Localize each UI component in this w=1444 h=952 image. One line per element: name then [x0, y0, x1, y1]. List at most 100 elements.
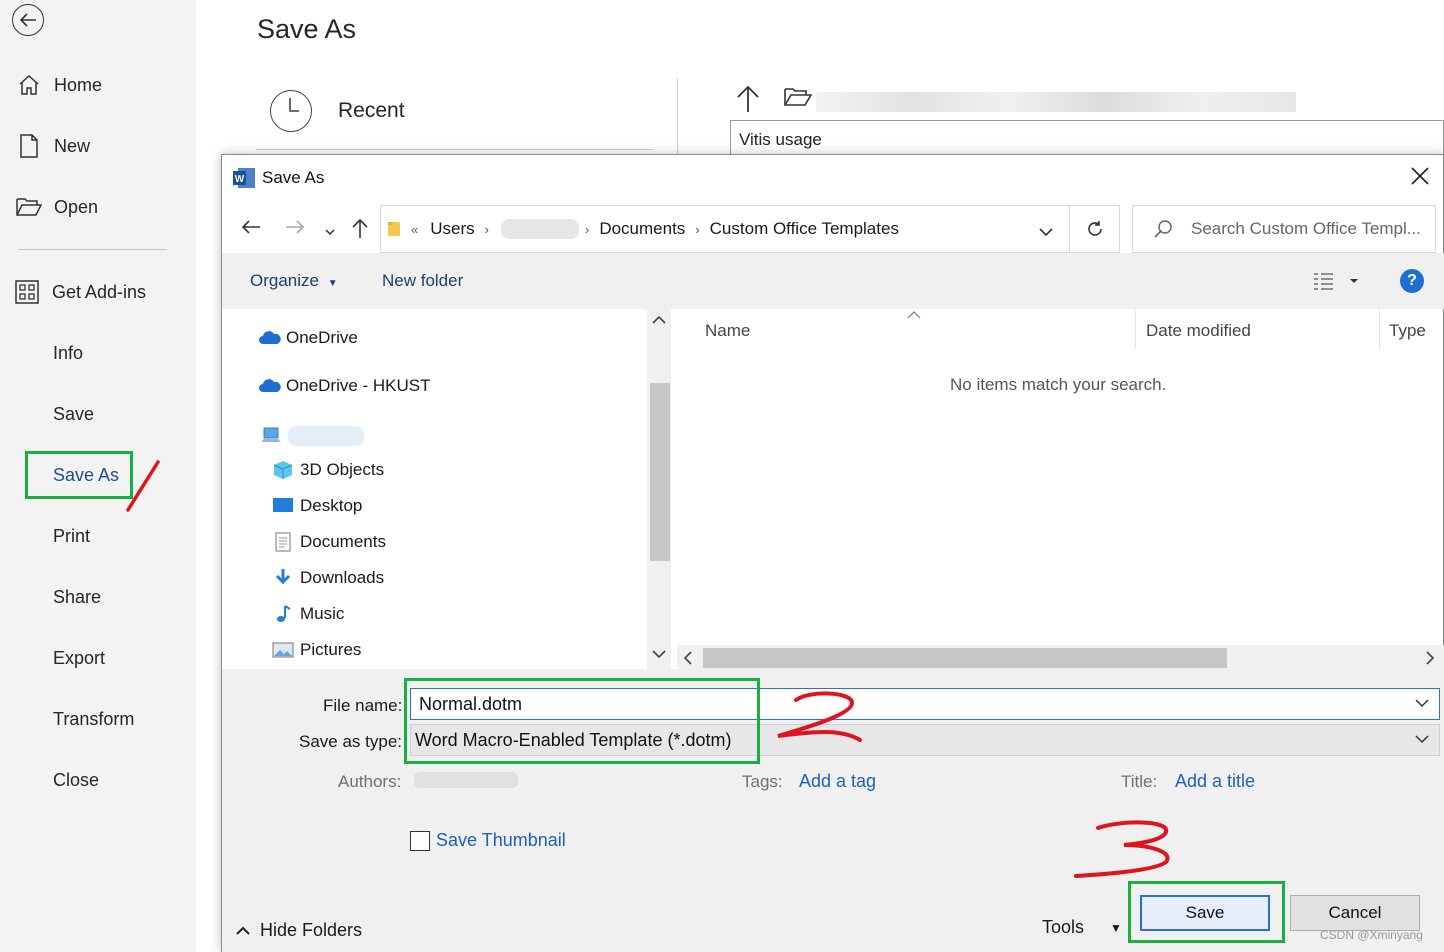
help-icon[interactable]: ?	[1400, 269, 1424, 293]
tools-label: Tools	[1042, 917, 1085, 937]
highlight-save-as	[25, 451, 133, 499]
file-name-label: File name:	[323, 696, 403, 715]
column-separator[interactable]	[1135, 309, 1136, 349]
address-segment-templates[interactable]: Custom Office Templates	[710, 219, 899, 239]
save-thumbnail-checkbox[interactable]	[410, 831, 430, 851]
scroll-up-icon[interactable]	[652, 315, 666, 325]
tree-item-pictures[interactable]: Pictures	[272, 635, 361, 665]
nav-new-label: New	[54, 135, 91, 156]
address-segment-users[interactable]: Users	[430, 219, 474, 239]
nav-open[interactable]: Open	[16, 187, 98, 227]
list-horizontal-scrollbar[interactable]	[677, 645, 1444, 669]
chevron-up-icon	[236, 926, 250, 935]
nav-info[interactable]: Info	[53, 333, 83, 373]
forward-icon[interactable]	[284, 217, 306, 243]
navigation-row: « Users › › Documents › Custom Office Te…	[222, 205, 1444, 253]
recent-location[interactable]: Recent	[270, 90, 405, 132]
empty-message: No items match your search.	[950, 375, 1167, 394]
new-folder-button[interactable]: New folder	[382, 271, 463, 291]
search-icon	[1153, 219, 1173, 239]
nav-new[interactable]: New	[16, 126, 90, 166]
view-options-icon[interactable]	[1312, 270, 1362, 297]
address-dropdown-icon[interactable]	[1039, 223, 1053, 243]
add-title-link[interactable]: Add a title	[1175, 771, 1255, 792]
recent-divider	[256, 149, 654, 150]
nav-close[interactable]: Close	[53, 760, 99, 800]
nav-home-label: Home	[54, 74, 103, 95]
column-date-modified[interactable]: Date modified	[1146, 321, 1251, 341]
up-arrow-icon[interactable]	[735, 84, 761, 119]
address-segment-documents[interactable]: Documents	[599, 219, 685, 239]
tree-scroll-thumb[interactable]	[650, 383, 670, 561]
save-thumbnail-label[interactable]: Save Thumbnail	[436, 830, 566, 851]
chevron-right-icon[interactable]: ›	[695, 222, 699, 237]
tree-item-onedrive-hkust[interactable]: OneDrive - HKUST	[258, 371, 431, 401]
cube-icon	[272, 460, 294, 480]
hide-folders-label: Hide Folders	[260, 920, 363, 940]
chevron-right-icon[interactable]: ›	[485, 222, 489, 237]
address-bar[interactable]: « Users › › Documents › Custom Office Te…	[380, 205, 1070, 253]
dropdown-caret-icon: ▼	[327, 278, 338, 289]
nav-export[interactable]: Export	[53, 638, 105, 678]
nav-divider	[18, 249, 167, 250]
nav-transform-label: Transform	[53, 708, 135, 729]
hide-folders-button[interactable]: Hide Folders	[236, 920, 362, 941]
nav-share[interactable]: Share	[53, 577, 101, 617]
organize-button[interactable]: Organize ▼	[250, 271, 338, 291]
watermark: CSDN @Xminyang	[1320, 928, 1423, 942]
tree-item-3d-objects[interactable]: 3D Objects	[272, 455, 384, 485]
scroll-left-icon[interactable]	[683, 651, 693, 665]
nav-transform[interactable]: Transform	[53, 699, 134, 739]
tree-item-onedrive[interactable]: OneDrive	[258, 323, 358, 353]
scroll-right-icon[interactable]	[1425, 651, 1435, 665]
tree-scrollbar[interactable]	[647, 309, 671, 669]
nav-open-label: Open	[54, 196, 99, 217]
nav-print[interactable]: Print	[53, 516, 90, 556]
cancel-button[interactable]: Cancel	[1290, 895, 1420, 931]
add-tag-link[interactable]: Add a tag	[799, 771, 876, 792]
tree-item-downloads[interactable]: Downloads	[272, 563, 384, 593]
tree-item-music[interactable]: Music	[272, 599, 344, 629]
sort-ascending-icon	[907, 311, 921, 319]
nav-save[interactable]: Save	[53, 394, 94, 434]
refresh-icon[interactable]	[1070, 205, 1120, 253]
list-scroll-thumb[interactable]	[703, 648, 1227, 668]
tree-item-this-pc[interactable]	[260, 421, 364, 451]
addins-grid-icon	[14, 279, 40, 305]
scroll-down-icon[interactable]	[652, 649, 666, 659]
browse-folder-icon[interactable]	[784, 86, 813, 113]
up-one-level-icon[interactable]	[350, 217, 370, 245]
tree-item-documents[interactable]: Documents	[272, 527, 386, 557]
search-box[interactable]: Search Custom Office Templ...	[1132, 205, 1436, 253]
backstage-path-field[interactable]: Vitis usage	[730, 120, 1444, 156]
address-overflow[interactable]: «	[411, 222, 418, 237]
nav-close-label: Close	[53, 769, 100, 790]
recent-locations-chevron-icon[interactable]	[324, 221, 336, 244]
computer-icon	[260, 426, 282, 446]
column-type[interactable]: Type	[1389, 321, 1426, 341]
cloud-icon	[258, 376, 281, 396]
back-icon[interactable]	[240, 217, 262, 243]
chevron-right-icon[interactable]: ›	[585, 222, 589, 237]
authors-label: Authors:	[338, 772, 402, 791]
tree-label-documents: Documents	[300, 532, 386, 551]
tree-label-music: Music	[300, 604, 345, 623]
home-icon	[16, 72, 42, 98]
dialog-title: Save As	[262, 168, 325, 187]
nav-home[interactable]: Home	[16, 65, 102, 105]
chevron-down-icon[interactable]	[1415, 697, 1429, 709]
back-arrow-icon[interactable]	[12, 4, 44, 36]
page-title: Save As	[257, 14, 357, 44]
word-app-icon: W	[232, 167, 256, 189]
search-placeholder: Search Custom Office Templ...	[1191, 219, 1421, 238]
annotation-step1-mark	[126, 460, 160, 512]
tools-button[interactable]: Tools ▼	[1042, 917, 1122, 938]
tree-item-desktop[interactable]: Desktop	[272, 491, 362, 521]
column-separator[interactable]	[1379, 309, 1380, 349]
chevron-down-icon[interactable]	[1415, 733, 1429, 745]
nav-save-label: Save	[53, 403, 95, 424]
close-icon[interactable]	[1409, 165, 1431, 187]
nav-info-label: Info	[53, 342, 84, 363]
nav-get-addins[interactable]: Get Add-ins	[14, 272, 146, 312]
column-name[interactable]: Name	[705, 321, 750, 341]
